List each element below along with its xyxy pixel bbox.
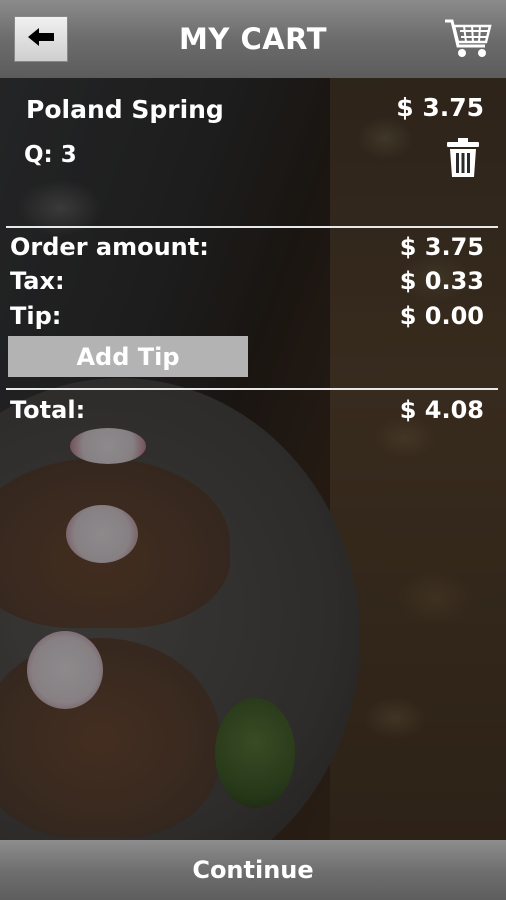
continue-button[interactable]: Continue (0, 840, 506, 900)
add-tip-button[interactable]: Add Tip (8, 336, 248, 377)
shopping-cart-icon[interactable] (444, 18, 492, 60)
total-label: Total: (10, 396, 86, 424)
back-button[interactable] (14, 16, 68, 62)
tax-label: Tax: (10, 267, 65, 295)
tip-value: $ 0.00 (399, 302, 484, 330)
order-amount-label: Order amount: (10, 233, 209, 261)
page-title: MY CART (179, 22, 327, 56)
trash-icon[interactable] (446, 138, 480, 178)
item-quantity: Q: 3 (24, 142, 77, 168)
divider (6, 388, 498, 390)
order-amount-value: $ 3.75 (399, 233, 484, 261)
divider (6, 226, 498, 228)
arrow-left-icon (28, 28, 54, 50)
app-header: MY CART (0, 0, 506, 78)
tip-label: Tip: (10, 302, 62, 330)
dark-overlay (0, 78, 506, 840)
item-price: $ 3.75 (396, 93, 484, 122)
total-value: $ 4.08 (399, 396, 484, 424)
tax-value: $ 0.33 (399, 267, 484, 295)
item-name: Poland Spring (26, 95, 224, 124)
